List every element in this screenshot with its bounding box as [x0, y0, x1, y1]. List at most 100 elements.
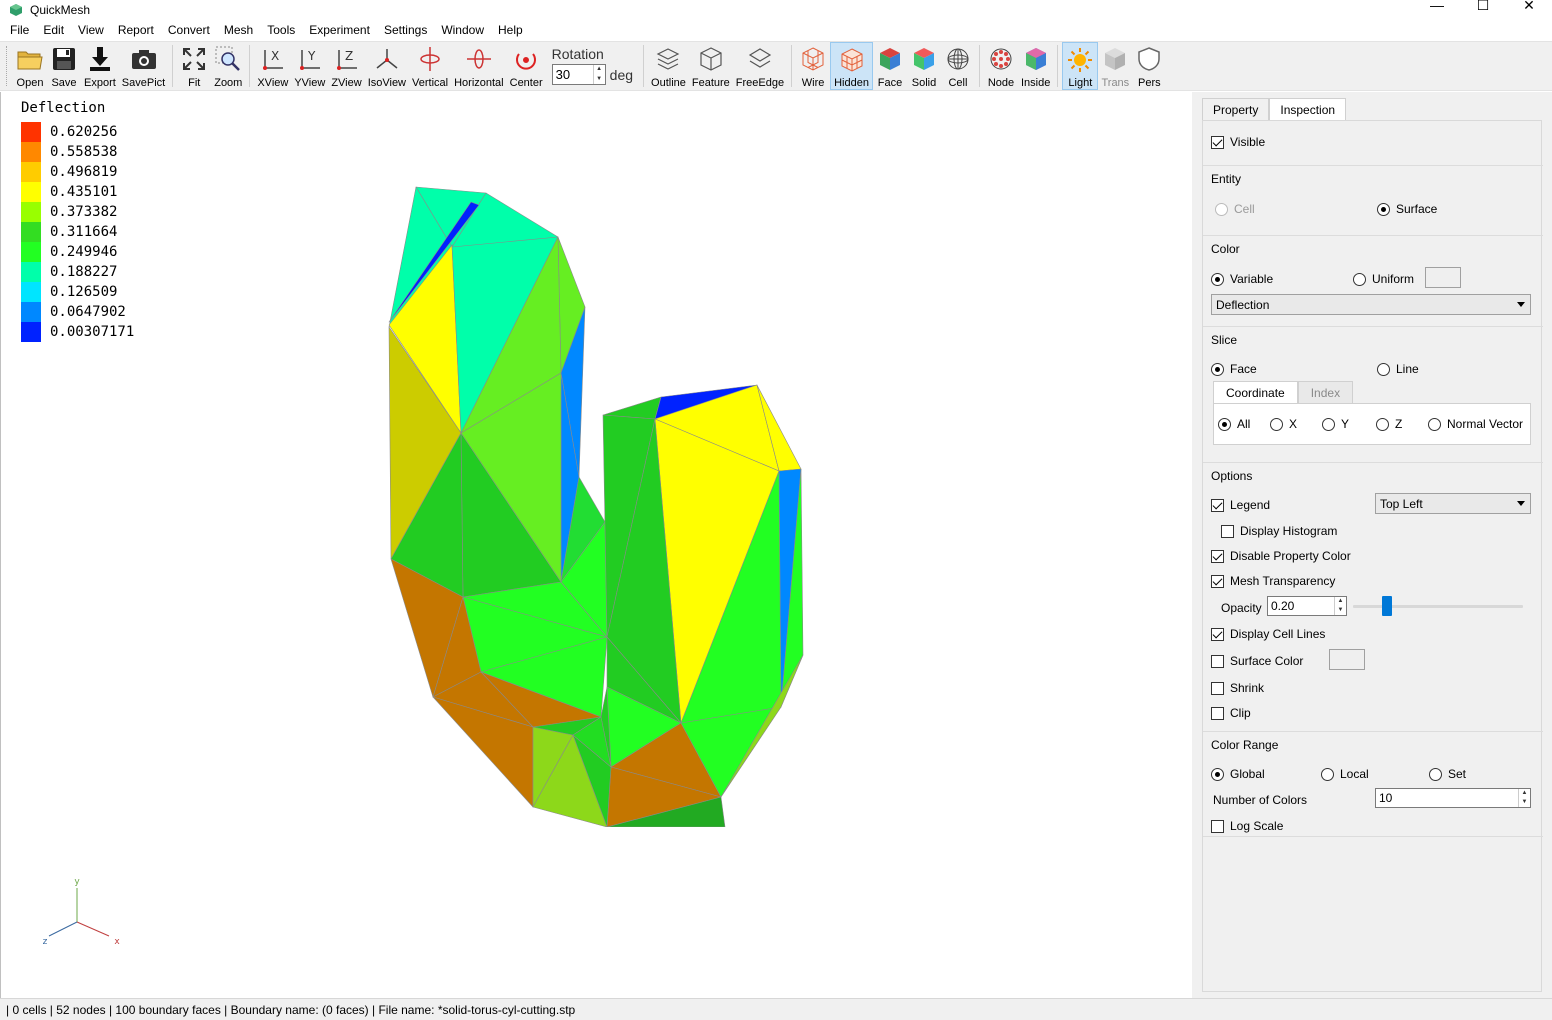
- entity-section: Entity Cell Surface: [1203, 165, 1543, 229]
- menu-mesh[interactable]: Mesh: [217, 19, 260, 41]
- tab-property[interactable]: Property: [1202, 98, 1270, 120]
- minimize-button[interactable]: —: [1414, 0, 1460, 16]
- fit-button[interactable]: Fit: [177, 42, 211, 90]
- chevron-down-icon: [1517, 501, 1525, 506]
- light-button[interactable]: Light: [1062, 42, 1099, 90]
- options-title: Options: [1211, 469, 1253, 483]
- freeedge-button[interactable]: FreeEdge: [733, 42, 787, 90]
- open-button[interactable]: Open: [13, 42, 47, 90]
- color-uniform-radio[interactable]: Uniform: [1353, 272, 1414, 286]
- coord-x-radio[interactable]: X: [1270, 417, 1297, 431]
- legend-position-select[interactable]: Top Left: [1375, 493, 1531, 514]
- legend-swatch: [21, 222, 41, 242]
- menu-convert[interactable]: Convert: [161, 19, 217, 41]
- axis-y-label: y: [74, 877, 80, 887]
- cell-button[interactable]: Cell: [941, 42, 975, 90]
- coord-normal-radio[interactable]: Normal Vector: [1428, 417, 1523, 431]
- 3d-viewport[interactable]: Deflection 0.620256 0.558538 0.496819 0.435…: [0, 92, 1192, 998]
- rotation-stepper[interactable]: ▲ ▼: [592, 65, 605, 84]
- maximize-button[interactable]: ☐: [1460, 0, 1506, 16]
- range-global-radio[interactable]: Global: [1211, 767, 1265, 781]
- legend-swatch: [21, 322, 41, 342]
- wire-button[interactable]: Wire: [796, 42, 830, 90]
- menu-tools[interactable]: Tools: [260, 19, 302, 41]
- menu-report[interactable]: Report: [111, 19, 161, 41]
- number-of-colors-stepper[interactable]: ▲ ▼: [1518, 789, 1530, 807]
- savepict-button[interactable]: SavePict: [119, 42, 168, 90]
- perspective-shield-icon: [1135, 45, 1163, 73]
- slice-face-radio[interactable]: Face: [1211, 362, 1257, 376]
- menu-help[interactable]: Help: [491, 19, 530, 41]
- node-grid-icon: [987, 45, 1015, 73]
- uniform-color-swatch[interactable]: [1425, 267, 1461, 288]
- coord-all-radio[interactable]: All: [1218, 417, 1250, 431]
- menu-edit[interactable]: Edit: [36, 19, 71, 41]
- opacity-input[interactable]: 0.20 ▲ ▼: [1267, 596, 1347, 616]
- surface-color-swatch[interactable]: [1329, 649, 1365, 670]
- opacity-stepper[interactable]: ▲ ▼: [1334, 597, 1346, 615]
- y-axis-view-icon: Y: [296, 45, 324, 73]
- tab-inspection[interactable]: Inspection: [1269, 98, 1347, 121]
- pers-button[interactable]: Pers: [1132, 42, 1166, 90]
- legend-swatch: [21, 142, 41, 162]
- yview-button[interactable]: Y YView: [291, 42, 328, 90]
- vertical-button[interactable]: Vertical: [409, 42, 451, 90]
- log-scale-option[interactable]: Log Scale: [1211, 819, 1283, 833]
- legend-value: 0.496819: [50, 164, 118, 180]
- toolbar-separator: [1057, 45, 1059, 87]
- visible-row[interactable]: Visible: [1211, 135, 1265, 149]
- coord-y-radio[interactable]: Y: [1322, 417, 1349, 431]
- zoom-button[interactable]: Zoom: [211, 42, 245, 90]
- save-button[interactable]: Save: [47, 42, 81, 90]
- number-of-colors-input[interactable]: 10 ▲ ▼: [1375, 788, 1531, 808]
- toolbar-grip[interactable]: [6, 46, 9, 86]
- menu-settings[interactable]: Settings: [377, 19, 434, 41]
- menu-experiment[interactable]: Experiment: [302, 19, 377, 41]
- node-button[interactable]: Node: [984, 42, 1018, 90]
- rotation-input[interactable]: 30 ▲ ▼: [551, 64, 606, 85]
- trans-button[interactable]: Trans: [1098, 42, 1132, 90]
- solid-button[interactable]: Solid: [907, 42, 941, 90]
- inside-button[interactable]: Inside: [1018, 42, 1053, 90]
- mesh-model[interactable]: [381, 177, 811, 827]
- mesh-transparency-option[interactable]: Mesh Transparency: [1211, 574, 1335, 588]
- legend-option[interactable]: Legend: [1211, 498, 1270, 512]
- color-variable-radio[interactable]: Variable: [1211, 272, 1273, 286]
- export-button[interactable]: Export: [81, 42, 119, 90]
- subtab-coordinate[interactable]: Coordinate: [1213, 381, 1298, 403]
- menu-window[interactable]: Window: [434, 19, 491, 41]
- entity-surface-radio[interactable]: Surface: [1377, 202, 1437, 216]
- slice-line-radio[interactable]: Line: [1377, 362, 1419, 376]
- variable-select[interactable]: Deflection: [1211, 294, 1531, 315]
- subtab-index[interactable]: Index: [1297, 381, 1354, 403]
- menu-view[interactable]: View: [71, 19, 111, 41]
- face-button[interactable]: Face: [873, 42, 907, 90]
- center-button[interactable]: Center: [507, 42, 546, 90]
- opacity-slider-thumb[interactable]: [1382, 596, 1392, 616]
- display-cell-lines-option[interactable]: Display Cell Lines: [1211, 627, 1325, 641]
- display-histogram-option[interactable]: Display Histogram: [1221, 524, 1337, 538]
- zview-button[interactable]: Z ZView: [328, 42, 364, 90]
- coord-z-radio[interactable]: Z: [1376, 417, 1402, 431]
- feature-button[interactable]: Feature: [689, 42, 733, 90]
- clip-option[interactable]: Clip: [1211, 706, 1251, 720]
- shrink-option[interactable]: Shrink: [1211, 681, 1264, 695]
- menu-file[interactable]: File: [3, 19, 36, 41]
- entity-cell-radio[interactable]: Cell: [1215, 202, 1255, 216]
- hidden-line-cube-icon: [838, 46, 866, 73]
- outline-button[interactable]: Outline: [648, 42, 689, 90]
- visible-checkbox[interactable]: [1211, 135, 1224, 149]
- surface-color-option[interactable]: Surface Color: [1211, 654, 1303, 668]
- legend-value: 0.126509: [50, 284, 118, 300]
- isoview-button[interactable]: IsoView: [365, 42, 409, 90]
- horizontal-button[interactable]: Horizontal: [451, 42, 507, 90]
- close-button[interactable]: ✕: [1506, 0, 1552, 16]
- hidden-button[interactable]: Hidden: [830, 42, 873, 90]
- range-set-radio[interactable]: Set: [1429, 767, 1466, 781]
- range-local-radio[interactable]: Local: [1321, 767, 1369, 781]
- legend-row: 0.00307171: [21, 322, 134, 342]
- disable-property-color-option[interactable]: Disable Property Color: [1211, 549, 1351, 563]
- legend-title: Deflection: [21, 100, 106, 116]
- xview-button[interactable]: X XView: [254, 42, 291, 90]
- opacity-slider[interactable]: [1353, 605, 1523, 608]
